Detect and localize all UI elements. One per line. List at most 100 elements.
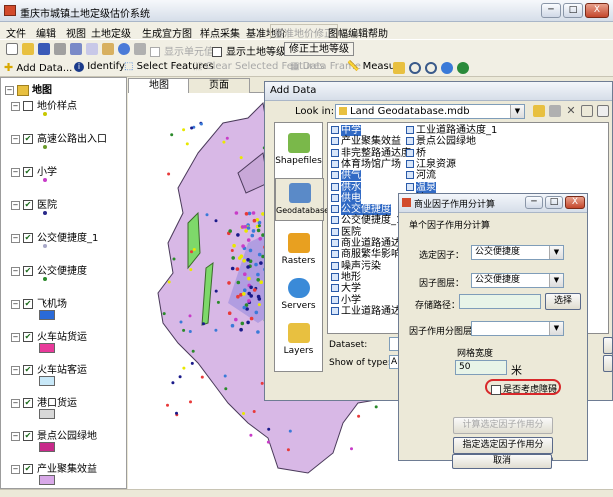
menu-view[interactable]: 视图 [66,25,86,40]
collapse-icon[interactable]: − [11,299,20,309]
feature-class-item[interactable]: 工业道路通达度_1 [406,125,497,136]
layer-visibility-checkbox[interactable] [23,101,33,111]
factor-close-button[interactable]: X [565,196,585,209]
feature-class-item[interactable]: 河流 [406,170,436,181]
cut-icon[interactable] [70,43,82,55]
place-rasters[interactable]: Rasters [275,233,322,266]
layer-visibility-checkbox[interactable]: ✔ [23,134,33,144]
delete-icon[interactable]: ✕ [565,105,577,117]
calc-selected-factor-button[interactable]: 计算选定因子作用分 [453,417,553,434]
correct-land-grade-button[interactable]: 修正土地等级 [284,42,354,56]
toc-layer[interactable]: − ✔ 公交便捷度 [11,262,87,277]
feature-class-item[interactable]: 公交便捷度_1 [331,215,402,226]
zoom-out-icon[interactable] [425,62,437,74]
feature-class-item[interactable]: 医院 [331,227,361,238]
toc-layer[interactable]: − 地价样点 [11,97,77,112]
layer-visibility-checkbox[interactable]: ✔ [23,464,33,474]
feature-class-item[interactable]: 桥 [406,148,426,159]
specify-selected-factor-button[interactable]: 指定选定因子作用分 [453,437,553,454]
feature-class-item[interactable]: 温泉 [406,181,436,193]
toc-root[interactable]: − 地图 [5,81,52,96]
feature-class-item[interactable]: 地形 [331,272,361,283]
factor-minimize-button[interactable]: ─ [525,196,543,209]
layer-visibility-checkbox[interactable]: ✔ [23,167,33,177]
toc-layer[interactable]: − ✔ 公交便捷度_1 [11,229,98,244]
feature-class-item[interactable]: 供气 [331,170,361,182]
toc-layer[interactable]: − ✔ 火车站客运 [11,361,87,376]
menu-help[interactable]: 帮助 [368,25,388,40]
print-icon[interactable] [54,43,66,55]
toc-layer[interactable]: − ✔ 医院 [11,196,57,211]
globe-icon[interactable] [118,43,130,55]
toc-layer[interactable]: − ✔ 飞机场 [11,295,67,310]
show-unit-value-checkbox[interactable]: 显示单元值 [150,43,214,58]
layer-visibility-checkbox[interactable]: ✔ [23,398,33,408]
collapse-icon[interactable]: − [11,101,20,111]
save-icon[interactable] [38,43,50,55]
select-factor-dropdown[interactable]: 公交便捷度 ▼ [471,245,564,260]
add-button-edge[interactable] [603,337,613,354]
layer-visibility-checkbox[interactable]: ✔ [23,365,33,375]
collapse-icon[interactable]: − [11,464,20,474]
menu-file[interactable]: 文件 [6,25,26,40]
feature-class-item[interactable]: 供水 [331,181,361,193]
toc-layer[interactable]: − ✔ 景点公园绿地 [11,427,97,442]
feature-class-item[interactable]: 噪声污染 [331,261,381,272]
collapse-icon[interactable]: − [11,233,20,243]
feature-class-item[interactable]: 供电 [331,192,361,204]
toc-layer[interactable]: − ✔ 火车站货运 [11,328,87,343]
add-data-tool[interactable]: ✚ Add Data... [4,61,72,74]
cancel-button-edge[interactable] [603,355,613,372]
grid-width-input[interactable]: 50 [455,360,507,375]
toc-layer[interactable]: − ✔ 港口货运 [11,394,77,409]
feature-class-item[interactable]: 公交便捷度 [331,204,391,216]
show-land-grade-checkbox[interactable]: 显示土地等级 [212,43,286,58]
feature-class-item[interactable]: 非完整路通达度 [331,148,411,159]
copy-icon[interactable] [86,43,98,55]
save-path-input[interactable] [459,294,541,309]
tab-map[interactable]: 地图 [128,78,190,94]
output-layer-dropdown[interactable]: ▼ [471,321,564,336]
details-view-icon[interactable] [597,105,609,117]
collapse-icon[interactable]: − [11,266,20,276]
collapse-icon[interactable]: − [11,167,20,177]
tab-layout[interactable]: 页面 [188,78,250,94]
globe-icon[interactable] [457,62,469,74]
place-shapefiles[interactable]: Shapefiles [275,133,322,166]
paste-icon[interactable] [102,43,114,55]
look-in-dropdown[interactable]: Land Geodatabase.mdb ▼ [335,104,525,119]
toc-layer[interactable]: − ✔ 产业聚集效益 [11,460,97,475]
collapse-icon[interactable]: − [11,398,20,408]
collapse-icon[interactable]: − [11,332,20,342]
menu-sample-collect[interactable]: 样点采集 [200,25,240,40]
toc-layer[interactable]: − ✔ 高速公路出入口 [11,130,107,145]
place-geodatabases[interactable]: Geodatabases [275,178,333,221]
feature-class-item[interactable]: 景点公园绿地 [406,136,476,147]
minimize-button[interactable]: ─ [541,3,561,18]
feature-class-item[interactable]: 中学 [331,125,361,136]
maximize-button[interactable]: □ [563,3,583,18]
cancel-button-label[interactable]: 取消 [452,454,552,469]
factor-maximize-button[interactable]: □ [545,196,563,209]
feature-class-item[interactable]: 江泉资源 [406,159,456,170]
open-folder-icon[interactable] [393,62,405,74]
up-folder-icon[interactable] [533,105,545,117]
collapse-icon[interactable]: − [11,431,20,441]
menu-land-grading[interactable]: 土地定级 [91,25,131,40]
zoom-in-icon[interactable] [409,62,421,74]
feature-class-item[interactable]: 体育场馆广场 [331,159,401,170]
menu-generate-map[interactable]: 生成宜方图 [142,25,192,40]
feature-class-item[interactable]: 小学 [331,295,361,306]
factor-layer-dropdown[interactable]: 公交便捷度 ▼ [471,273,564,288]
full-extent-icon[interactable] [441,62,453,74]
feature-class-item[interactable]: 产业聚集效益 [331,136,401,147]
menu-map-edit[interactable]: 图幅编辑 [328,25,368,40]
place-layers[interactable]: Layers [275,323,322,356]
identify-tool[interactable]: i Identify [74,61,125,72]
print-preview-icon[interactable] [134,43,146,55]
place-servers[interactable]: Servers [275,278,322,311]
collapse-icon[interactable]: − [11,365,20,375]
collapse-icon[interactable]: − [11,134,20,144]
close-button[interactable]: X [585,3,609,18]
home-icon[interactable] [549,105,561,117]
